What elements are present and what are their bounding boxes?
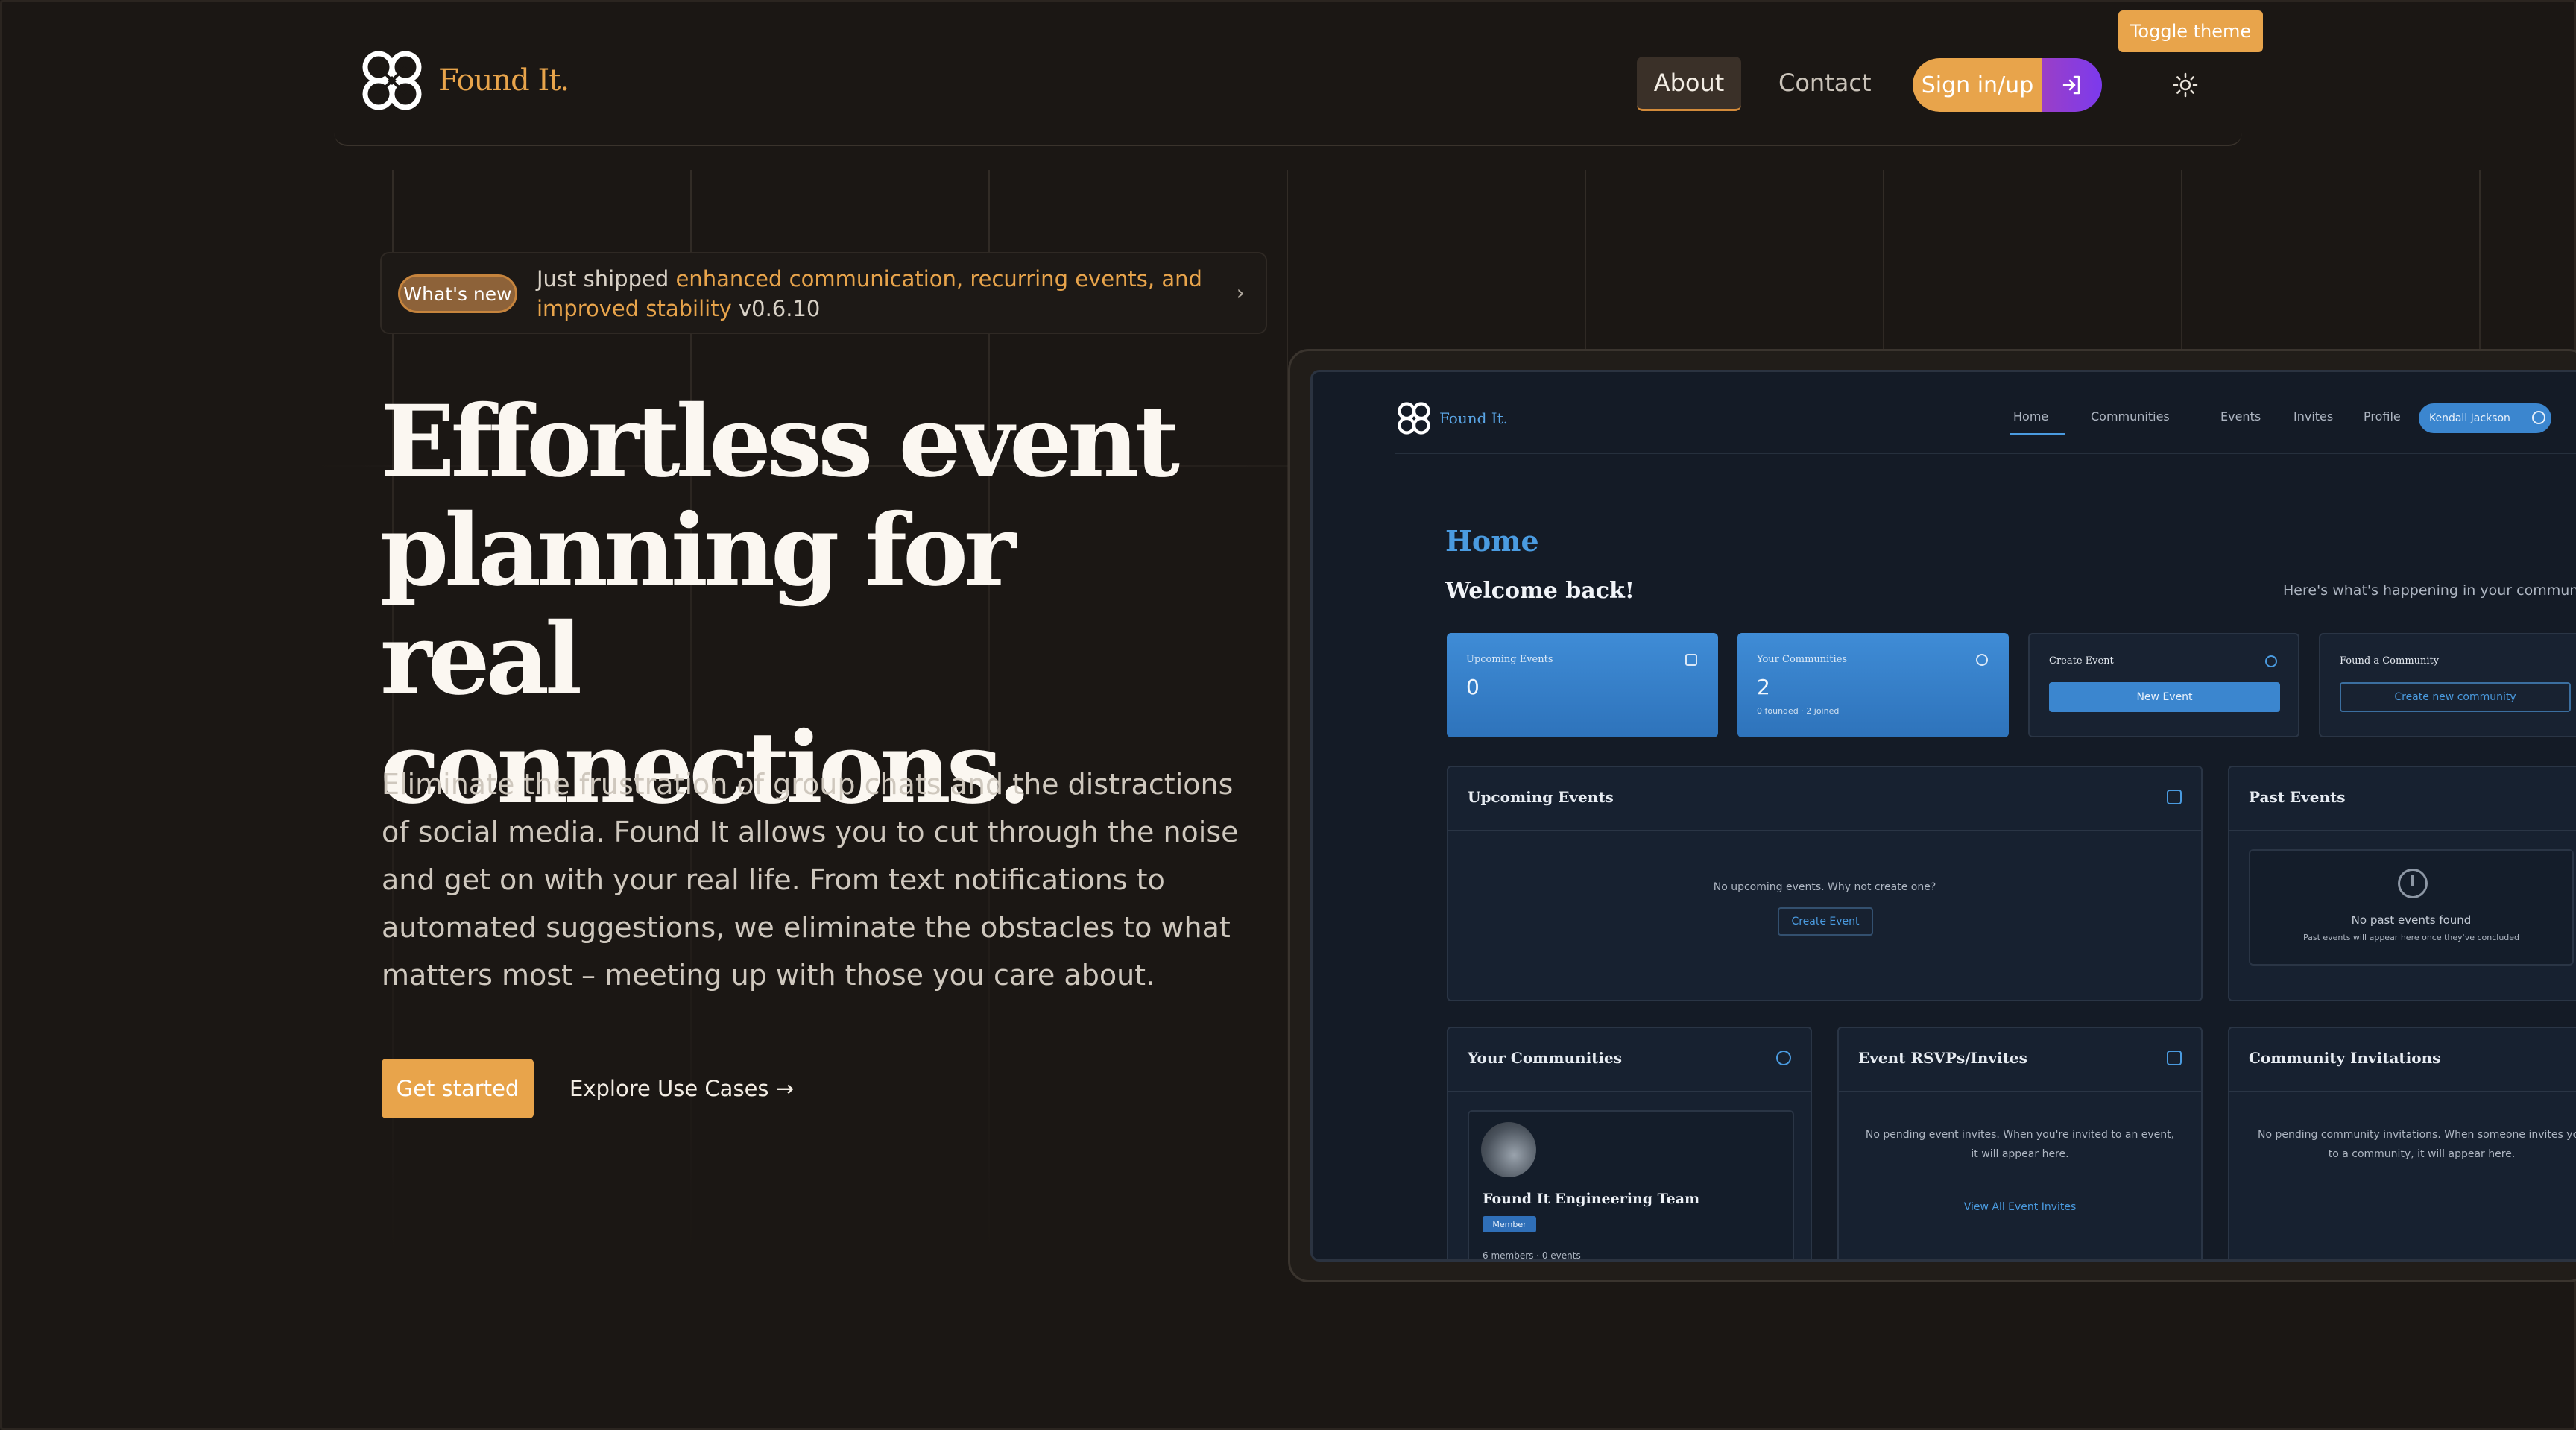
- card-title: Community Invitations: [2249, 1049, 2441, 1067]
- plus-circle-icon: [2265, 655, 2277, 667]
- member-badge: Member: [1483, 1216, 1536, 1232]
- sign-in-button[interactable]: Sign in/up: [1913, 58, 2102, 112]
- community-invitations-card: Community Invitations No pending communi…: [2228, 1027, 2576, 1259]
- past-events-empty: No past events found Past events will ap…: [2249, 849, 2574, 966]
- card-empty-message: No pending event invites. When you're in…: [1865, 1129, 2175, 1160]
- clock-icon: [2398, 869, 2428, 898]
- app-preview: Found It. Home Communities Events Invite…: [1310, 370, 2576, 1262]
- preview-nav-events: Events: [2220, 409, 2261, 423]
- whats-new-banner[interactable]: What's new Just shipped enhanced communi…: [380, 252, 1267, 334]
- community-item: Found It Engineering Team Member 6 membe…: [1468, 1110, 1794, 1261]
- stat-value: 0: [1466, 675, 1480, 699]
- card-title: Upcoming Events: [1468, 788, 1614, 806]
- preview-nav-home: Home: [2013, 409, 2049, 423]
- stat-create-event: Create Event New Event: [2028, 633, 2299, 737]
- card-empty-message: No pending community invitations. When s…: [2257, 1129, 2576, 1160]
- announcement-version: v0.6.10: [731, 296, 821, 321]
- stat-meta: 0 founded · 2 joined: [1757, 706, 1840, 716]
- stat-upcoming-events: Upcoming Events 0: [1447, 633, 1718, 737]
- card-empty-message: No upcoming events. Why not create one?: [1713, 881, 1936, 893]
- past-events-card: Past Events No past events found Past ev…: [2228, 766, 2576, 1001]
- users-icon: [1976, 654, 1988, 666]
- stat-your-communities: Your Communities 2 0 founded · 2 joined: [1737, 633, 2009, 737]
- brand-logo[interactable]: Found It.: [356, 45, 569, 116]
- preview-welcome: Welcome back!: [1445, 578, 1635, 604]
- preview-user-pill: Kendall Jackson: [2419, 403, 2551, 433]
- stat-value: 2: [1757, 675, 1770, 699]
- preview-new-event-button: New Event: [2049, 682, 2280, 712]
- get-started-button[interactable]: Get started: [382, 1059, 534, 1118]
- community-name: Found It Engineering Team: [1483, 1191, 1700, 1207]
- card-title: Past Events: [2249, 788, 2346, 806]
- stat-label: Create Event: [2049, 655, 2114, 667]
- announcement-text: Just shipped enhanced communication, rec…: [537, 264, 1208, 324]
- stat-found-community: Found a Community Create new community: [2319, 633, 2576, 737]
- upcoming-events-card: Upcoming Events No upcoming events. Why …: [1447, 766, 2203, 1001]
- preview-nav-active-indicator: [2010, 433, 2065, 435]
- preview-create-community-button: Create new community: [2340, 682, 2571, 712]
- logo-knot-icon: [1398, 402, 1430, 435]
- login-arrow-icon: [2042, 58, 2102, 112]
- preview-brand-name: Found It.: [1439, 409, 1509, 427]
- preview-page-title: Home: [1445, 524, 1539, 558]
- nav-about[interactable]: About: [1637, 57, 1741, 111]
- preview-create-event-button: Create Event: [1778, 907, 1873, 936]
- preview-navbar: Found It. Home Communities Events Invite…: [1395, 372, 2576, 454]
- preview-logo: Found It.: [1395, 399, 1508, 438]
- stat-label: Your Communities: [1757, 654, 1848, 665]
- preview-subtitle: Here's what's happening in your communit…: [2283, 582, 2576, 599]
- announcement-prefix: Just shipped: [537, 266, 676, 292]
- preview-user-name: Kendall Jackson: [2429, 412, 2510, 424]
- whats-new-badge: What's new: [398, 274, 517, 313]
- theme-toggle-sun-icon[interactable]: [2169, 69, 2202, 101]
- explore-use-cases-link[interactable]: Explore Use Cases →: [569, 1059, 794, 1118]
- stat-label: Found a Community: [2340, 655, 2440, 667]
- mail-icon: [2167, 1051, 2182, 1065]
- community-meta: 6 members · 0 events: [1483, 1250, 1581, 1261]
- hero-description: Eliminate the frustration of group chats…: [382, 768, 1239, 992]
- card-title: Event RSVPs/Invites: [1858, 1049, 2027, 1067]
- your-communities-card: Your Communities Found It Engineering Te…: [1447, 1027, 1812, 1261]
- site-header: Found It. About Contact Sign in/up: [334, 30, 2242, 146]
- view-all-invites-link: View All Event Invites: [1963, 1201, 2077, 1213]
- event-rsvps-card: Event RSVPs/Invites No pending event inv…: [1837, 1027, 2203, 1259]
- calendar-icon: [1685, 654, 1697, 666]
- card-title: Your Communities: [1468, 1049, 1623, 1067]
- logo-knot-icon: [362, 51, 422, 110]
- preview-nav-communities: Communities: [2091, 409, 2170, 423]
- preview-nav-profile: Profile: [2364, 409, 2401, 423]
- preview-nav-invites: Invites: [2294, 409, 2334, 423]
- community-avatar: [1481, 1122, 1536, 1177]
- past-events-sub: Past events will appear here once they'v…: [2302, 933, 2520, 942]
- chevron-right-icon: ›: [1236, 280, 1245, 305]
- users-icon: [1776, 1051, 1791, 1065]
- past-events-message: No past events found: [2351, 913, 2472, 927]
- sign-in-label: Sign in/up: [1913, 58, 2042, 112]
- user-circle-icon: [2532, 411, 2545, 424]
- stat-label: Upcoming Events: [1466, 654, 1553, 665]
- nav-contact[interactable]: Contact: [1778, 57, 1872, 109]
- hero-title: Effortless event planning for real conne…: [380, 384, 1180, 826]
- calendar-icon: [2167, 790, 2182, 804]
- brand-name: Found It.: [438, 63, 569, 98]
